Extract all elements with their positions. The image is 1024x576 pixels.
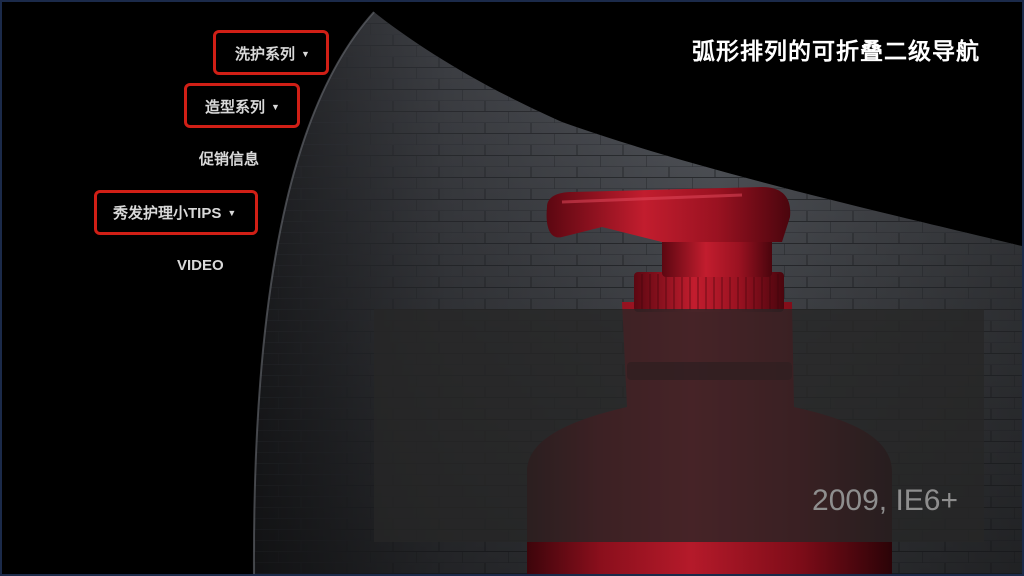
nav-item-hair-care-tips[interactable]: 秀发护理小TIPS ▼: [113, 203, 236, 224]
nav-item-styling-series[interactable]: 造型系列 ▼: [205, 97, 280, 118]
nav-item-label: 促销信息: [199, 151, 260, 168]
caret-down-icon: ▼: [301, 49, 310, 59]
nav-item-label: VIDEO: [177, 257, 224, 274]
app-window: 弧形排列的可折叠二级导航 洗护系列 ▼ 造型系列 ▼ 促销信息 秀发护理小TIPS ▼…: [0, 0, 1024, 576]
nav-item-label: 洗护系列: [235, 46, 296, 63]
nav-item-haircare-series[interactable]: 洗护系列 ▼: [235, 44, 310, 65]
nav-item-promotions[interactable]: 促销信息: [199, 150, 259, 170]
caption-panel: 2009, IE6+: [374, 309, 984, 542]
nav-item-video[interactable]: VIDEO: [177, 256, 224, 276]
caret-down-icon: ▼: [227, 208, 237, 218]
caret-down-icon: ▼: [271, 102, 280, 112]
nav-item-label: 秀发护理小TIPS: [113, 205, 222, 222]
page-title: 弧形排列的可折叠二级导航: [692, 39, 980, 65]
caption-text: 2009, IE6+: [812, 484, 958, 517]
nav-item-label: 造型系列: [205, 99, 266, 116]
